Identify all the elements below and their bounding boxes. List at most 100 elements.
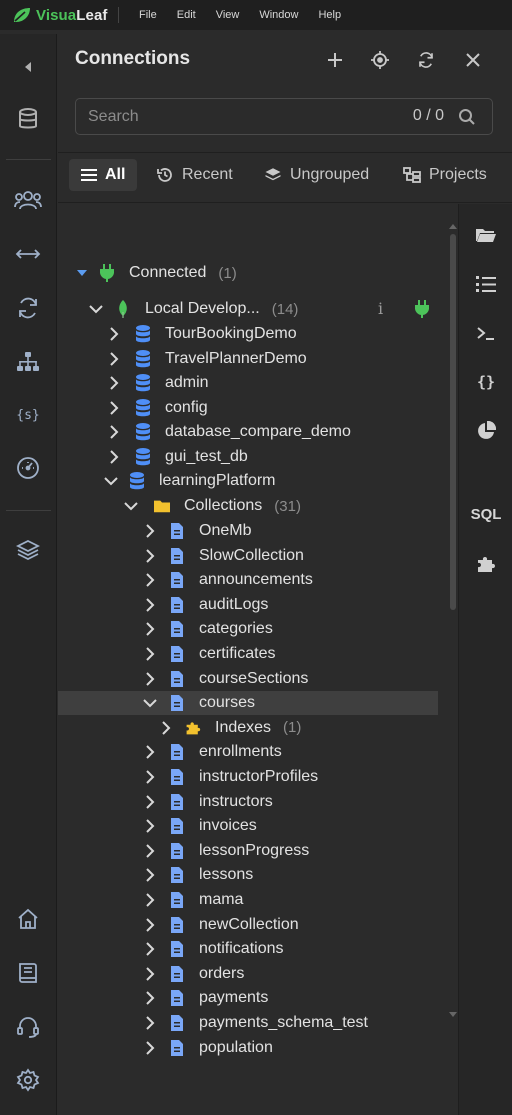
tree-database[interactable]: database_compare_demo: [58, 420, 438, 444]
expand-chevron-icon[interactable]: [143, 671, 157, 686]
folder-open-icon[interactable]: [472, 221, 500, 249]
compare-arrows-icon[interactable]: [14, 240, 42, 268]
expand-chevron-icon[interactable]: [159, 721, 173, 735]
menu-file[interactable]: File: [129, 9, 167, 21]
refresh-button[interactable]: [412, 46, 440, 74]
menu-window[interactable]: Window: [249, 9, 308, 21]
tab-recent[interactable]: Recent: [144, 159, 245, 191]
menu-view[interactable]: View: [206, 9, 250, 21]
expand-chevron-icon[interactable]: [143, 967, 157, 981]
expand-chevron-icon[interactable]: [143, 893, 157, 907]
tab-all[interactable]: All: [69, 159, 138, 191]
expand-chevron-icon[interactable]: [143, 647, 157, 661]
collapse-left-icon[interactable]: [14, 53, 42, 81]
tree-collection[interactable]: payments_schema_test: [58, 1011, 438, 1035]
expand-chevron-icon[interactable]: [143, 745, 157, 760]
tree-collection[interactable]: orders: [58, 962, 438, 986]
tree-database[interactable]: TourBookingDemo: [58, 322, 438, 346]
json-braces-icon[interactable]: {}: [472, 368, 500, 396]
expand-chevron-icon[interactable]: [143, 1040, 157, 1055]
tree-collection[interactable]: invoices: [58, 814, 438, 838]
expand-chevron-icon[interactable]: [143, 917, 157, 932]
tree-collection[interactable]: payments: [58, 986, 438, 1010]
tree-collection[interactable]: population: [58, 1036, 438, 1060]
expand-chevron-icon[interactable]: [143, 548, 157, 563]
pie-chart-icon[interactable]: [472, 417, 500, 445]
tree-scrollbar[interactable]: [450, 234, 456, 610]
ordered-list-icon[interactable]: [472, 270, 500, 298]
tree-collection[interactable]: announcements: [58, 568, 438, 592]
expand-chevron-icon[interactable]: [143, 942, 157, 956]
expand-toggle[interactable]: [75, 266, 89, 280]
plugin-puzzle-icon[interactable]: [472, 550, 500, 578]
tree-database[interactable]: TravelPlannerDemo: [58, 347, 438, 371]
tree-collection[interactable]: instructors: [58, 790, 438, 814]
gauge-icon[interactable]: [14, 454, 42, 482]
search-input[interactable]: [88, 107, 388, 127]
tree-collection[interactable]: instructorProfiles: [58, 765, 438, 789]
expand-chevron-icon[interactable]: [143, 598, 157, 612]
scroll-down-arrow[interactable]: [449, 1012, 457, 1017]
tab-projects[interactable]: Projects: [391, 159, 499, 191]
support-headset-icon[interactable]: [14, 1013, 42, 1041]
sql-button[interactable]: SQL: [471, 500, 502, 528]
hierarchy-icon[interactable]: [14, 348, 42, 376]
tree-collection[interactable]: courses: [58, 691, 438, 716]
expand-chevron-icon[interactable]: [107, 450, 121, 464]
menu-help[interactable]: Help: [308, 9, 351, 21]
terminal-icon[interactable]: [472, 319, 500, 347]
settings-gear-icon[interactable]: [14, 1066, 42, 1094]
tree-collection[interactable]: lessonProgress: [58, 839, 438, 863]
collapse-chevron-icon[interactable]: [104, 474, 118, 488]
tree-database[interactable]: config: [58, 396, 438, 420]
tree-collection[interactable]: categories: [58, 617, 438, 641]
expand-chevron-icon[interactable]: [107, 352, 121, 366]
database-icon[interactable]: [14, 105, 42, 133]
collapse-chevron-icon[interactable]: [124, 499, 138, 513]
add-connection-button[interactable]: [321, 46, 349, 74]
tree-connection-local[interactable]: Local Develop... (14) i: [58, 297, 438, 321]
expand-chevron-icon[interactable]: [107, 425, 121, 439]
tree-indexes[interactable]: Indexes (1): [58, 716, 438, 740]
expand-chevron-icon[interactable]: [143, 819, 157, 833]
expand-chevron-icon[interactable]: [143, 573, 157, 587]
expand-chevron-icon[interactable]: [143, 868, 157, 883]
tree-collection[interactable]: enrollments: [58, 740, 438, 764]
book-icon[interactable]: [14, 959, 42, 987]
expand-chevron-icon[interactable]: [107, 327, 121, 341]
expand-chevron-icon[interactable]: [143, 770, 157, 784]
tree-database[interactable]: gui_test_db: [58, 445, 438, 469]
tree-collection[interactable]: lessons: [58, 863, 438, 887]
layers-icon[interactable]: [14, 536, 42, 564]
tree-group-connected[interactable]: Connected (1): [58, 261, 438, 285]
expand-chevron-icon[interactable]: [107, 376, 121, 390]
expand-chevron-icon[interactable]: [143, 622, 157, 637]
home-icon[interactable]: [14, 905, 42, 933]
menu-edit[interactable]: Edit: [167, 9, 206, 21]
tab-ungrouped[interactable]: Ungrouped: [252, 159, 381, 191]
tree-collection[interactable]: certificates: [58, 642, 438, 666]
tree-collection[interactable]: notifications: [58, 937, 438, 961]
expand-chevron-icon[interactable]: [143, 844, 157, 858]
users-icon[interactable]: [14, 186, 42, 214]
tree-collection[interactable]: auditLogs: [58, 593, 438, 617]
collapse-chevron-icon[interactable]: [143, 696, 157, 710]
tree-collection[interactable]: courseSections: [58, 667, 438, 691]
tree-collection[interactable]: mama: [58, 888, 438, 912]
close-panel-button[interactable]: [459, 46, 487, 74]
tree-collections-folder[interactable]: Collections (31): [58, 494, 438, 518]
info-icon[interactable]: i: [378, 299, 383, 318]
collapse-chevron-icon[interactable]: [89, 302, 103, 316]
tree-database[interactable]: admin: [58, 371, 438, 395]
variables-icon[interactable]: {s}: [14, 401, 42, 429]
tree-database[interactable]: learningPlatform: [58, 469, 438, 493]
expand-chevron-icon[interactable]: [143, 1016, 157, 1030]
tree-collection[interactable]: newCollection: [58, 913, 438, 937]
scroll-up-arrow[interactable]: [449, 224, 457, 229]
locate-button[interactable]: [366, 46, 394, 74]
search-icon[interactable]: [458, 108, 476, 126]
expand-chevron-icon[interactable]: [143, 991, 157, 1006]
expand-chevron-icon[interactable]: [143, 524, 157, 538]
tree-collection[interactable]: SlowCollection: [58, 544, 438, 568]
expand-chevron-icon[interactable]: [107, 401, 121, 415]
